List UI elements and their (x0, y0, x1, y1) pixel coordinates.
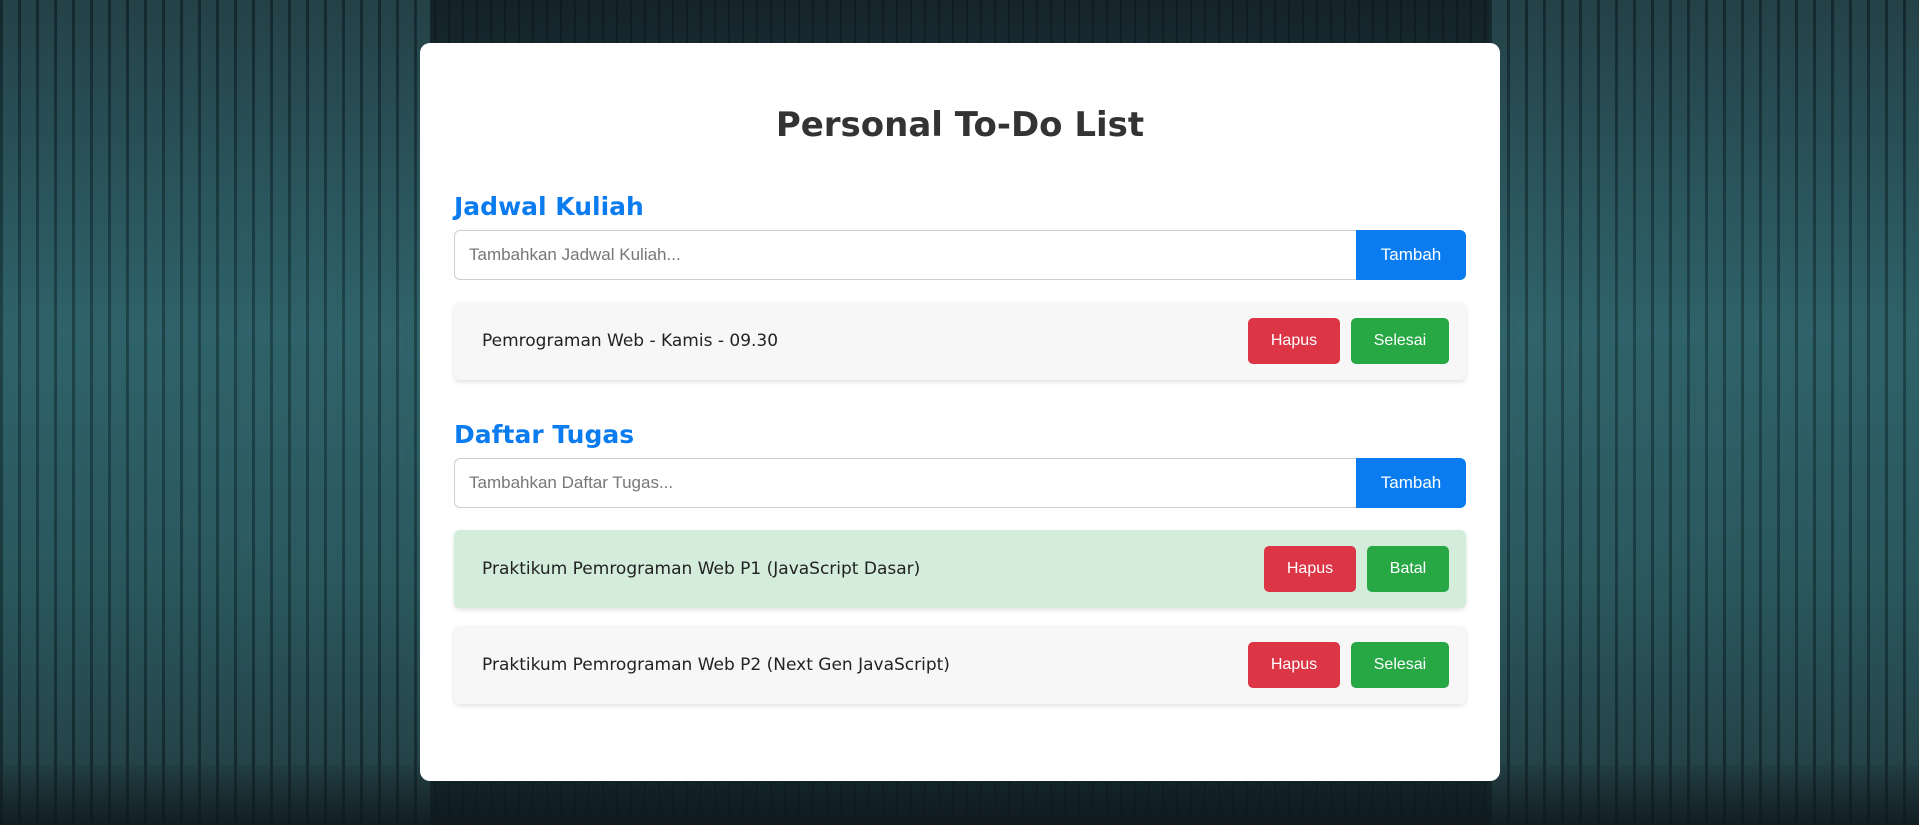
complete-button[interactable]: Selesai (1351, 317, 1449, 364)
list-item: Pemrograman Web - Kamis - 09.30 Hapus Se… (454, 301, 1466, 380)
delete-button[interactable]: Hapus (1248, 641, 1340, 688)
undo-button[interactable]: Batal (1367, 545, 1449, 592)
todo-card: Personal To-Do List Jadwal Kuliah Tambah… (420, 43, 1500, 781)
add-button[interactable]: Tambah (1356, 457, 1466, 508)
tugas-input[interactable] (454, 457, 1356, 508)
section-jadwal-kuliah: Jadwal Kuliah Tambah Pemrograman Web - K… (454, 192, 1466, 380)
item-text: Praktikum Pemrograman Web P2 (Next Gen J… (482, 654, 950, 675)
complete-button[interactable]: Selesai (1351, 641, 1449, 688)
tugas-list: Praktikum Pemrograman Web P1 (JavaScript… (454, 529, 1466, 704)
item-text: Praktikum Pemrograman Web P1 (JavaScript… (482, 558, 921, 579)
list-item-done: Praktikum Pemrograman Web P1 (JavaScript… (454, 529, 1466, 608)
background-wall-right (1489, 0, 1919, 825)
delete-button[interactable]: Hapus (1248, 317, 1340, 364)
jadwal-list: Pemrograman Web - Kamis - 09.30 Hapus Se… (454, 301, 1466, 380)
background-wall-left (0, 0, 430, 825)
item-text: Pemrograman Web - Kamis - 09.30 (482, 330, 779, 351)
section-title: Daftar Tugas (454, 419, 635, 449)
page-title: Personal To-Do List (775, 105, 1145, 145)
jadwal-input[interactable] (454, 229, 1356, 280)
add-form: Tambah (454, 457, 1466, 508)
add-button[interactable]: Tambah (1356, 229, 1466, 280)
section-daftar-tugas: Daftar Tugas Tambah Praktikum Pemrograma… (454, 420, 1466, 704)
section-title: Jadwal Kuliah (454, 191, 644, 221)
list-item: Praktikum Pemrograman Web P2 (Next Gen J… (454, 625, 1466, 704)
delete-button[interactable]: Hapus (1264, 545, 1356, 592)
add-form: Tambah (454, 229, 1466, 280)
